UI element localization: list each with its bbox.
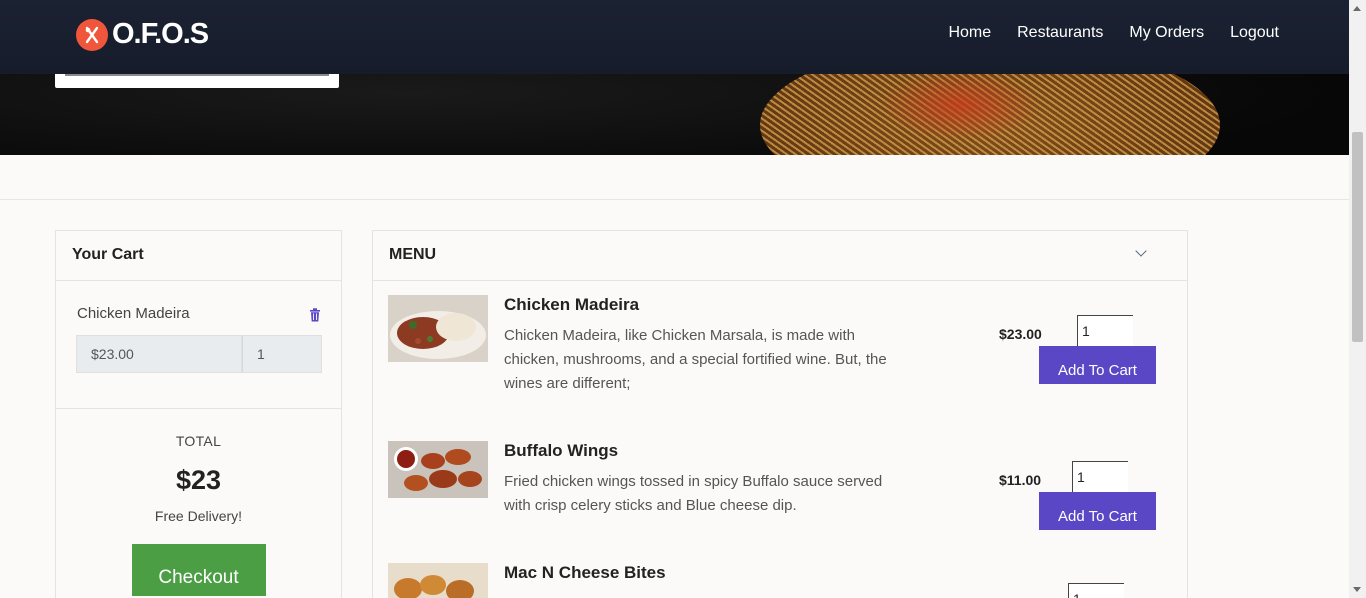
cart-panel: Your Cart Chicken Madeira $23.00 1 TOTAL… xyxy=(55,230,342,598)
add-to-cart-button[interactable]: Add To Cart xyxy=(1039,492,1156,530)
total-amount: $23 xyxy=(175,465,222,495)
cart-title: Your Cart xyxy=(56,231,341,281)
item-name: Buffalo Wings xyxy=(504,441,619,460)
cart-item-price: $23.00 xyxy=(76,335,242,373)
cart-item: Chicken Madeira $23.00 1 xyxy=(56,281,341,409)
nav-my-orders[interactable]: My Orders xyxy=(1129,24,1204,42)
nav-home[interactable]: Home xyxy=(948,24,991,42)
menu-title: MENU xyxy=(389,246,437,263)
scroll-thumb[interactable] xyxy=(1352,132,1363,342)
buffalo-wings-image xyxy=(388,441,488,498)
main-nav: Home Restaurants My Orders Logout xyxy=(948,24,1279,42)
item-name: Chicken Madeira xyxy=(504,295,640,314)
add-to-cart-button[interactable]: Add To Cart xyxy=(1039,346,1156,384)
scroll-down-arrow-icon[interactable] xyxy=(1353,587,1361,592)
menu-header[interactable]: MENU xyxy=(373,231,1187,281)
total-label: TOTAL xyxy=(175,433,222,449)
item-description: Chicken Madeira, like Chicken Marsala, i… xyxy=(504,327,887,392)
logo-text: O.F.O.S xyxy=(112,18,209,50)
scroll-up-arrow-icon[interactable] xyxy=(1353,6,1361,11)
item-price: $11.00 xyxy=(999,472,1042,488)
chicken-madeira-image xyxy=(388,295,488,362)
navbar: O.F.O.S Home Restaurants My Orders Logou… xyxy=(0,0,1349,74)
menu-panel: MENU Chicken Madeira Chicken Madeira, li… xyxy=(372,230,1188,598)
cart-item-name: Chicken Madeira xyxy=(77,305,190,322)
item-description: Fried chicken wings tossed in spicy Buff… xyxy=(504,473,883,514)
pasta-sauce xyxy=(880,70,1040,140)
checkout-button[interactable]: Checkout xyxy=(131,544,266,596)
cart-item-quantity: 1 xyxy=(242,335,322,373)
cart-total-section: TOTAL $23 Free Delivery! Checkout xyxy=(56,433,341,596)
logo[interactable]: O.F.O.S xyxy=(76,18,209,51)
chevron-down-icon[interactable] xyxy=(1135,245,1147,257)
quantity-input[interactable] xyxy=(1072,461,1128,492)
quantity-input[interactable] xyxy=(1077,315,1133,346)
quantity-input[interactable] xyxy=(1068,583,1124,598)
delivery-note: Free Delivery! xyxy=(154,508,243,524)
item-name: Mac N Cheese Bites xyxy=(504,563,666,582)
trash-icon[interactable] xyxy=(309,308,321,322)
nav-logout[interactable]: Logout xyxy=(1230,24,1279,42)
page-scrollbar[interactable] xyxy=(1349,0,1366,598)
section-divider xyxy=(0,199,1349,200)
item-price: $23.00 xyxy=(999,326,1042,342)
fork-spoon-icon xyxy=(76,18,108,51)
nav-restaurants[interactable]: Restaurants xyxy=(1017,24,1103,42)
mac-n-cheese-bites-image xyxy=(388,563,488,598)
